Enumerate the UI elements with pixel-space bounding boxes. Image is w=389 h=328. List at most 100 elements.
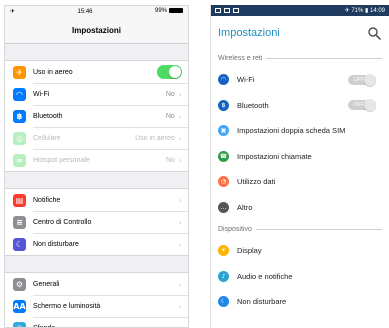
settings-row-label: Hotspot personale xyxy=(33,156,90,164)
settings-row-label: Altro xyxy=(237,202,253,212)
section-header: Dispositivo xyxy=(211,220,389,238)
settings-row-label: Notifiche xyxy=(33,196,61,204)
settings-row-label: Bluetooth xyxy=(237,100,269,110)
status-time: 14:09 xyxy=(369,8,385,14)
settings-row[interactable]: ☀ Display xyxy=(211,238,389,264)
notification-icons xyxy=(215,8,239,13)
settings-row-value: Uso in aereo xyxy=(135,134,175,142)
settings-row[interactable]: ∞ Hotspot personale No › xyxy=(5,149,188,171)
settings-row-label: Non disturbare xyxy=(33,240,79,248)
data-usage-icon: ◔ xyxy=(218,176,229,188)
settings-row[interactable]: ◎ Cellulare Uso in aereo › xyxy=(5,127,188,149)
settings-row-label: Uso in aereo xyxy=(33,68,73,76)
settings-row-label: Bluetooth xyxy=(33,112,63,120)
settings-row-label: Impostazioni doppia scheda SIM xyxy=(237,126,346,136)
android-settings-list: Wireless e reti ◠ Wi-Fi OFF ฿ Bluetooth OFF ▣ Im… xyxy=(211,49,389,315)
section-label: Dispositivo xyxy=(218,225,252,233)
settings-row[interactable]: ♪ Audio e notifiche xyxy=(211,264,389,290)
battery-icon xyxy=(169,8,183,14)
settings-row[interactable]: ☾ Non disturbare xyxy=(211,289,389,315)
settings-row[interactable]: AA Schermo e luminosità › xyxy=(5,295,188,317)
android-header: Impostazioni xyxy=(211,16,389,49)
moon-icon: ☾ xyxy=(13,237,26,251)
settings-row[interactable]: ✈ Uso in aereo xyxy=(5,61,188,83)
settings-row[interactable]: … Altro xyxy=(211,195,389,221)
chevron-right-icon: › xyxy=(178,279,182,289)
ios-settings-list: ✈ Uso in aereo ◠ Wi-Fi No › ฿ Bluetooth No › ◎ Cell… xyxy=(5,44,188,328)
settings-row[interactable]: ≡ Centro di Controllo › xyxy=(5,211,188,233)
ios-nav-bar: Impostazioni xyxy=(5,17,188,44)
ios-status-bar: ✈ 15:46 99% xyxy=(5,6,188,17)
gear-icon: ⚙ xyxy=(13,277,26,291)
battery-icon: ▮ xyxy=(365,8,369,14)
settings-row-label: Display xyxy=(237,246,262,256)
settings-group: ▤ Notifiche › ≡ Centro di Controllo › ☾ Non dis… xyxy=(5,188,188,256)
chevron-right-icon: › xyxy=(178,111,182,121)
chevron-right-icon: › xyxy=(178,323,182,328)
settings-row-label: Impostazioni chiamate xyxy=(237,151,312,161)
android-settings-screen: ✈ 71% ▮ 14:09 Impostazioni Wireless e re… xyxy=(210,5,389,328)
ios-settings-screen: ✈ 15:46 99% Impostazioni ✈ Uso in aereo ◠ W… xyxy=(4,5,189,328)
chevron-right-icon: › xyxy=(178,133,182,143)
search-icon[interactable] xyxy=(367,26,381,40)
section-label: Wireless e reti xyxy=(218,54,263,62)
settings-row-label: Cellulare xyxy=(33,134,61,142)
settings-row[interactable]: ◔ Utilizzo dati xyxy=(211,169,389,195)
settings-row[interactable]: ❀ Sfondo › xyxy=(5,317,188,328)
settings-row-label: Wi-Fi xyxy=(237,75,255,85)
notifications-icon: ▤ xyxy=(13,193,26,207)
settings-row[interactable]: ⚙ Generali › xyxy=(5,273,188,295)
settings-row-label: Generali xyxy=(33,280,60,288)
status-right: ✈ 71% ▮ 14:09 xyxy=(345,7,385,14)
status-battery: 71% xyxy=(351,8,364,14)
section-divider xyxy=(266,57,382,59)
page-title: Impostazioni xyxy=(218,26,280,39)
cellular-icon: ◎ xyxy=(13,131,26,145)
settings-row-label: Wi-Fi xyxy=(33,90,50,98)
notification-icon xyxy=(215,8,221,13)
chevron-right-icon: › xyxy=(178,89,182,99)
settings-row[interactable]: ฿ Bluetooth No › xyxy=(5,105,188,127)
sim-icon: ▣ xyxy=(218,125,229,137)
settings-row-label: Utilizzo dati xyxy=(237,177,276,187)
section-header: Wireless e reti xyxy=(211,49,389,67)
airplane-mode-status-icon: ✈ xyxy=(10,9,16,15)
settings-row-value: No xyxy=(165,112,175,120)
bluetooth-icon: ฿ xyxy=(218,99,229,111)
settings-row[interactable]: ☾ Non disturbare › xyxy=(5,233,188,255)
settings-row-label: Schermo e luminosità xyxy=(33,302,101,310)
toggle-switch[interactable]: OFF xyxy=(348,73,376,86)
display-icon: AA xyxy=(13,299,26,313)
settings-row-value: No xyxy=(165,90,175,98)
settings-row-label: Centro di Controllo xyxy=(33,218,92,226)
more-icon: … xyxy=(218,201,229,213)
phone-icon: ☎ xyxy=(218,150,229,162)
settings-row[interactable]: ▣ Impostazioni doppia scheda SIM xyxy=(211,118,389,144)
settings-row[interactable]: ☎ Impostazioni chiamate xyxy=(211,144,389,170)
notification-icon xyxy=(224,8,230,13)
status-time: 15:46 xyxy=(77,8,93,15)
chevron-right-icon: › xyxy=(178,301,182,311)
settings-row[interactable]: ◠ Wi-Fi No › xyxy=(5,83,188,105)
settings-row-label: Sfondo xyxy=(33,324,56,328)
chevron-right-icon: › xyxy=(178,195,182,205)
settings-group: ✈ Uso in aereo ◠ Wi-Fi No › ฿ Bluetooth No › ◎ Cell… xyxy=(5,60,188,172)
wifi-icon: ◠ xyxy=(13,87,26,101)
bluetooth-icon: ฿ xyxy=(13,109,26,123)
display-icon: ☀ xyxy=(218,245,229,257)
toggle-switch[interactable]: OFF xyxy=(348,99,376,112)
settings-row[interactable]: ◠ Wi-Fi OFF xyxy=(211,67,389,93)
settings-row[interactable]: ▤ Notifiche › xyxy=(5,189,188,211)
notification-icon xyxy=(233,8,239,13)
airplane-mode-toggle[interactable] xyxy=(157,65,182,79)
android-status-bar: ✈ 71% ▮ 14:09 xyxy=(211,5,389,16)
chevron-right-icon: › xyxy=(178,217,182,227)
chevron-right-icon: › xyxy=(178,155,182,165)
settings-row[interactable]: ฿ Bluetooth OFF xyxy=(211,93,389,119)
status-battery: 99% xyxy=(155,8,183,15)
chevron-right-icon: › xyxy=(178,239,182,249)
wallpaper-icon: ❀ xyxy=(13,321,26,327)
